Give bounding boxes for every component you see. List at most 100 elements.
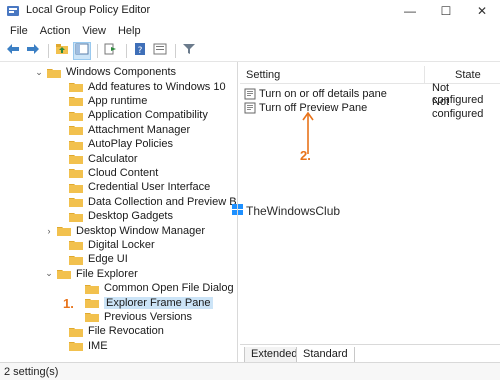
tree-item-label: Explorer Frame Pane	[104, 296, 213, 309]
tree-item[interactable]: Calculator	[56, 151, 138, 165]
tree-item[interactable]: › Desktop Window Manager	[44, 223, 206, 237]
toolbar-separator	[175, 43, 176, 58]
menu-view[interactable]: View	[76, 22, 112, 40]
setting-name: Turn on or off details pane	[259, 88, 387, 100]
toolbar: ?	[0, 40, 500, 62]
folder-icon	[69, 153, 83, 165]
folder-icon	[69, 182, 83, 193]
help-button[interactable]: ?	[131, 42, 149, 60]
annotation-marker-2: 2.	[300, 148, 311, 163]
policy-setting-icon	[244, 102, 256, 114]
tab-standard[interactable]: Standard	[296, 347, 355, 363]
setting-row[interactable]: Turn off Preview Pane Not configured	[240, 96, 500, 120]
watermark-text: TheWindowsClub	[246, 204, 341, 218]
folder-icon	[57, 268, 71, 280]
folder-icon	[85, 297, 99, 309]
status-text: 2 setting(s)	[4, 366, 59, 378]
watermark: TheWindowsClub	[232, 204, 340, 218]
status-bar: 2 setting(s)	[0, 362, 500, 380]
tree-item[interactable]: Data Collection and Preview Builds	[56, 195, 237, 209]
up-one-level-button[interactable]	[53, 42, 71, 60]
policy-setting-icon	[244, 88, 256, 100]
tree-item[interactable]: ⌄ Windows Components	[34, 65, 176, 79]
tree-item-label: Windows Components	[66, 66, 177, 79]
column-divider[interactable]	[424, 66, 425, 84]
show-hide-console-tree-button[interactable]	[73, 41, 91, 60]
tree-item-label: File Explorer	[76, 267, 138, 280]
menu-bar: File Action View Help	[0, 22, 500, 40]
tree-item[interactable]: Digital Locker	[56, 238, 155, 252]
filter-button[interactable]	[180, 42, 198, 60]
tree-item-label: IME	[88, 339, 108, 352]
folder-icon	[47, 67, 61, 78]
tree-item-label: App runtime	[88, 94, 148, 107]
column-header-state[interactable]: State	[455, 69, 481, 81]
folder-icon	[69, 124, 83, 136]
maximize-button[interactable]: ☐	[428, 0, 464, 22]
forward-button[interactable]	[24, 42, 42, 60]
tree-item-label: Application Compatibility	[88, 109, 208, 122]
tree-item[interactable]: IME	[56, 339, 108, 353]
tree-item-label: Previous Versions	[104, 310, 193, 323]
folder-icon	[69, 340, 83, 352]
maximize-icon: ☐	[440, 4, 452, 18]
title-bar: Local Group Policy Editor — ☐ ✕	[0, 0, 500, 22]
tree-item-label: Digital Locker	[88, 238, 155, 251]
svg-text:?: ?	[138, 46, 143, 55]
tree-item-label: Attachment Manager	[88, 123, 191, 136]
tree-item-label: Data Collection and Preview Builds	[88, 195, 237, 208]
tree-item[interactable]: AutoPlay Policies	[56, 137, 173, 151]
tree-item-label: Edge UI	[88, 253, 128, 266]
menu-file[interactable]: File	[4, 22, 34, 40]
folder-icon	[69, 254, 83, 265]
tree-item-label: AutoPlay Policies	[88, 138, 173, 151]
column-header-setting[interactable]: Setting	[246, 69, 280, 81]
windows-club-logo-icon	[232, 204, 243, 218]
console-tree[interactable]: ⌄ Windows Components Add features to Windo…	[0, 62, 238, 362]
show-hide-tree-icon	[75, 43, 89, 58]
tree-item[interactable]: Credential User Interface	[56, 180, 210, 194]
tree-item[interactable]: Common Open File Dialog	[72, 281, 234, 295]
minimize-button[interactable]: —	[392, 0, 428, 22]
tree-item[interactable]: Edge UI	[56, 252, 128, 266]
tree-item[interactable]: Cloud Content	[56, 166, 158, 180]
properties-button[interactable]	[151, 42, 169, 60]
minimize-icon: —	[404, 4, 416, 18]
toolbar-separator	[126, 43, 127, 58]
tree-item[interactable]: Application Compatibility	[56, 108, 208, 122]
tree-item-label: File Revocation	[88, 325, 164, 338]
group-policy-app-icon	[6, 4, 20, 18]
folder-icon	[69, 110, 83, 121]
tree-item-label: Calculator	[88, 152, 138, 165]
folder-icon	[69, 139, 83, 150]
tree-item[interactable]: Attachment Manager	[56, 123, 190, 137]
view-tabs: Extended Standard	[240, 344, 500, 363]
up-folder-icon	[55, 43, 69, 58]
folder-icon	[85, 283, 99, 294]
export-list-button[interactable]	[102, 42, 120, 60]
collapse-chevron-icon[interactable]: ⌄	[44, 268, 54, 279]
back-button[interactable]	[4, 42, 22, 60]
tree-item[interactable]: Add features to Windows 10	[56, 79, 226, 93]
folder-icon	[69, 326, 83, 337]
tree-item[interactable]: Explorer Frame Pane	[72, 295, 213, 309]
menu-action[interactable]: Action	[34, 22, 77, 40]
close-button[interactable]: ✕	[464, 0, 500, 22]
collapse-chevron-icon[interactable]: ⌄	[34, 67, 44, 78]
menu-help[interactable]: Help	[112, 22, 147, 40]
folder-icon	[57, 225, 71, 237]
tree-item[interactable]: App runtime	[56, 94, 147, 108]
window-title: Local Group Policy Editor	[26, 4, 151, 16]
tree-item[interactable]: File Revocation	[56, 324, 164, 338]
tree-item[interactable]: Previous Versions	[72, 310, 192, 324]
setting-state: Not configured	[432, 96, 484, 120]
tree-item[interactable]: Desktop Gadgets	[56, 209, 173, 223]
expand-chevron-icon[interactable]: ›	[44, 226, 54, 236]
tree-item-label: Add features to Windows 10	[88, 80, 226, 93]
folder-icon	[69, 211, 83, 222]
folder-icon	[69, 81, 83, 93]
folder-icon	[69, 95, 83, 107]
annotation-marker-1: 1.	[63, 296, 74, 311]
forward-arrow-icon	[26, 43, 40, 58]
tree-item[interactable]: ⌄ File Explorer	[44, 267, 138, 281]
